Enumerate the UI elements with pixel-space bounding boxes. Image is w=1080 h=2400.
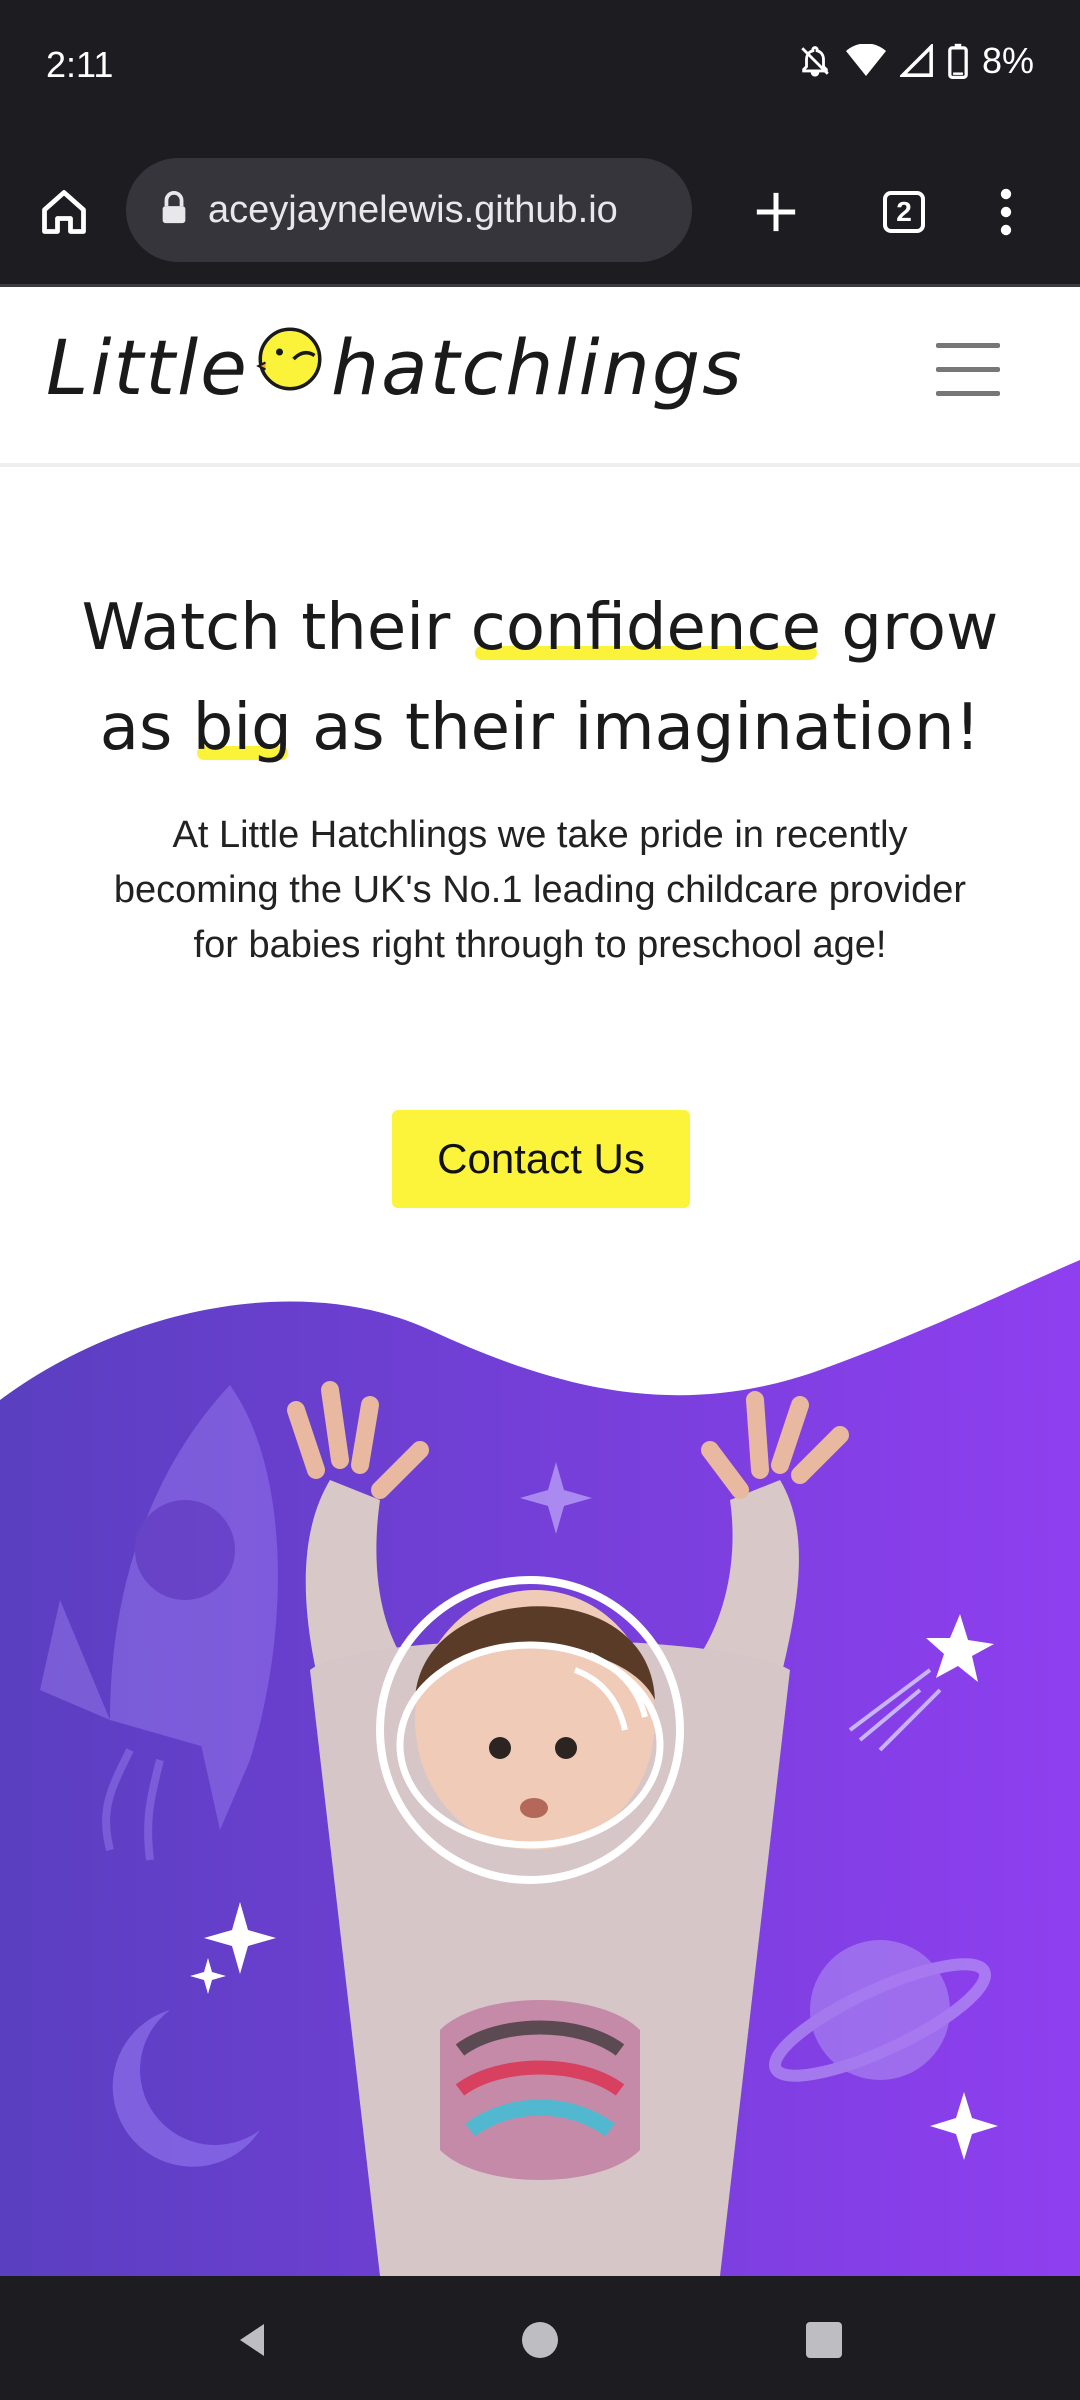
- hamburger-line: [936, 367, 1000, 372]
- site-logo[interactable]: Little hatchlings: [46, 323, 744, 412]
- battery-percent: 8%: [981, 40, 1034, 81]
- hero-illustration: [0, 1250, 1080, 2276]
- logo-text-left: Little: [46, 323, 249, 412]
- tab-switcher-button[interactable]: 2: [870, 178, 938, 246]
- logo-text-right: hatchlings: [330, 323, 744, 412]
- recents-icon[interactable]: [804, 2320, 844, 2360]
- more-vert-icon: [1000, 188, 1012, 236]
- site-header: Little hatchlings: [0, 287, 1080, 467]
- home-icon: [42, 190, 86, 234]
- plus-icon: [756, 192, 796, 232]
- chick-icon: [255, 323, 325, 412]
- status-time: 2:11: [46, 44, 114, 85]
- url-bar[interactable]: aceyjaynelewis.github.io: [126, 158, 692, 262]
- status-bar: 2:11 8%: [0, 0, 1080, 142]
- signal-icon: [899, 44, 934, 78]
- hero-description: At Little Hatchlings we take pride in re…: [113, 814, 967, 966]
- system-nav-bar: [0, 2276, 1080, 2400]
- heading-text: grow: [821, 591, 999, 665]
- home-button[interactable]: [30, 178, 98, 246]
- back-icon[interactable]: [232, 2320, 272, 2360]
- browser-toolbar: aceyjaynelewis.github.io 2: [0, 142, 1080, 287]
- url-text: aceyjaynelewis.github.io: [208, 188, 618, 231]
- wifi-icon: [845, 44, 886, 78]
- home-circle-icon[interactable]: [520, 2320, 560, 2360]
- hamburger-line: [936, 343, 1000, 348]
- battery-icon: [948, 43, 968, 79]
- highlighted-word: confidence: [471, 578, 821, 678]
- contact-us-button[interactable]: Contact Us: [392, 1110, 690, 1208]
- highlighted-word: big: [193, 678, 292, 778]
- lock-icon: [160, 190, 188, 230]
- notifications-off-icon: [798, 44, 832, 78]
- heading-text: as: [99, 691, 193, 765]
- tab-count: 2: [883, 191, 925, 233]
- hamburger-line: [936, 391, 1000, 396]
- browser-menu-button[interactable]: [984, 178, 1028, 246]
- status-icons: 8%: [798, 40, 1034, 82]
- site-menu-button[interactable]: [936, 343, 1000, 396]
- new-tab-button[interactable]: [742, 178, 810, 246]
- hero-heading: Watch their confidence grow as big as th…: [60, 578, 1020, 778]
- heading-text: Watch their: [81, 591, 471, 665]
- heading-text: as their imagination!: [291, 691, 981, 765]
